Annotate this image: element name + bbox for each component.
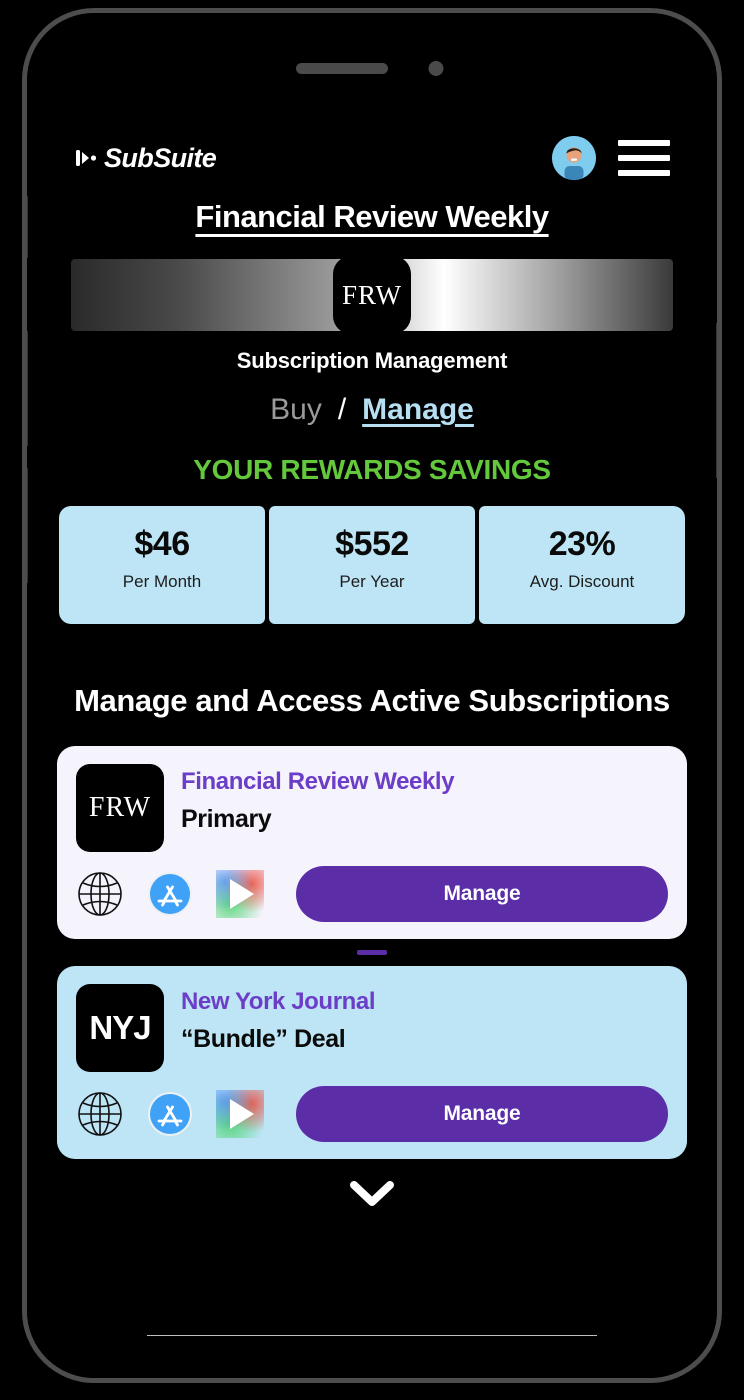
tab-buy[interactable]: Buy [270, 393, 322, 427]
rewards-stats: $46 Per Month $552 Per Year 23% Avg. Dis… [51, 506, 693, 624]
app-header: SubSuite [51, 13, 693, 195]
phone-frame: SubSuite Financial Review Weekly FRW Sub… [22, 8, 722, 1383]
subscription-name: Financial Review Weekly [181, 767, 455, 795]
page-title: Financial Review Weekly [195, 199, 549, 234]
subscription-card[interactable]: FRW Financial Review Weekly Primary Mana… [57, 745, 687, 939]
buy-manage-toggle: Buy / Manage [51, 393, 693, 427]
brand-logo[interactable]: SubSuite [74, 142, 217, 174]
app-screen: SubSuite Financial Review Weekly FRW Sub… [27, 13, 717, 1378]
silent-switch-button[interactable] [27, 196, 28, 258]
chevron-down-icon[interactable] [350, 1180, 394, 1207]
stat-label: Per Year [339, 572, 405, 591]
google-play-icon[interactable] [216, 1089, 264, 1138]
rewards-heading: YOUR REWARDS SAVINGS [193, 454, 551, 485]
stat-label: Per Month [122, 572, 202, 591]
subscription-logo: FRW [76, 763, 164, 852]
globe-icon[interactable] [76, 870, 124, 918]
card-separator [357, 949, 387, 955]
subscriptions-heading: Manage and Access Active Subscriptions [74, 683, 670, 718]
screenshot-stage: SubSuite Financial Review Weekly FRW Sub… [0, 0, 744, 1400]
app-store-icon[interactable] [146, 870, 194, 918]
toggle-separator: / [337, 393, 347, 426]
card-text: New York Journal “Bundle” Deal [181, 984, 376, 1054]
subscription-plan: “Bundle” Deal [181, 1024, 346, 1053]
volume-down-button[interactable] [27, 468, 28, 583]
card-actions: Manage [76, 1085, 668, 1142]
subscription-card[interactable]: NYJ New York Journal “Bundle” Deal Manag… [57, 965, 687, 1159]
phone-screen: SubSuite Financial Review Weekly FRW Sub… [27, 13, 717, 1378]
card-text: Financial Review Weekly Primary [181, 764, 455, 834]
hamburger-bar [618, 155, 670, 161]
subscription-plan: Primary [181, 804, 272, 833]
brand-logo-text: SubSuite [104, 142, 217, 173]
stat-value: $46 [134, 525, 190, 563]
app-store-icon[interactable] [146, 1090, 194, 1138]
hamburger-bar [618, 170, 670, 176]
power-button[interactable] [716, 323, 717, 478]
volume-up-button[interactable] [27, 331, 28, 446]
user-avatar-icon[interactable] [552, 136, 596, 180]
banner-subtitle: Subscription Management [236, 348, 508, 373]
card-actions: Manage [76, 865, 668, 922]
subscription-name: New York Journal [181, 987, 376, 1015]
avatar-svg [552, 136, 596, 180]
banner-gradient: FRW [71, 256, 673, 334]
hamburger-bar [618, 140, 670, 146]
stat-value: $552 [335, 525, 409, 563]
header-actions [552, 136, 670, 180]
stat-card: 23% Avg. Discount [479, 506, 685, 624]
card-header: FRW Financial Review Weekly Primary [76, 763, 668, 852]
stat-value: 23% [548, 525, 616, 563]
manage-button[interactable]: Manage [296, 1085, 668, 1142]
subscription-logo: NYJ [76, 983, 164, 1072]
hamburger-menu-icon[interactable] [618, 140, 670, 176]
stat-card: $552 Per Year [269, 506, 475, 624]
publisher-logo-badge: FRW [333, 256, 411, 334]
home-indicator [147, 1335, 597, 1336]
subsuite-mark-icon [76, 150, 97, 166]
publisher-banner: FRW [27, 256, 717, 334]
tab-manage[interactable]: Manage [362, 393, 474, 427]
google-play-icon[interactable] [216, 869, 264, 918]
stat-label: Avg. Discount [529, 572, 635, 591]
subscription-list: FRW Financial Review Weekly Primary Mana… [51, 745, 693, 1159]
manage-button[interactable]: Manage [296, 865, 668, 922]
globe-icon[interactable] [76, 1090, 124, 1138]
stat-card: $46 Per Month [59, 506, 265, 624]
card-header: NYJ New York Journal “Bundle” Deal [76, 983, 668, 1072]
